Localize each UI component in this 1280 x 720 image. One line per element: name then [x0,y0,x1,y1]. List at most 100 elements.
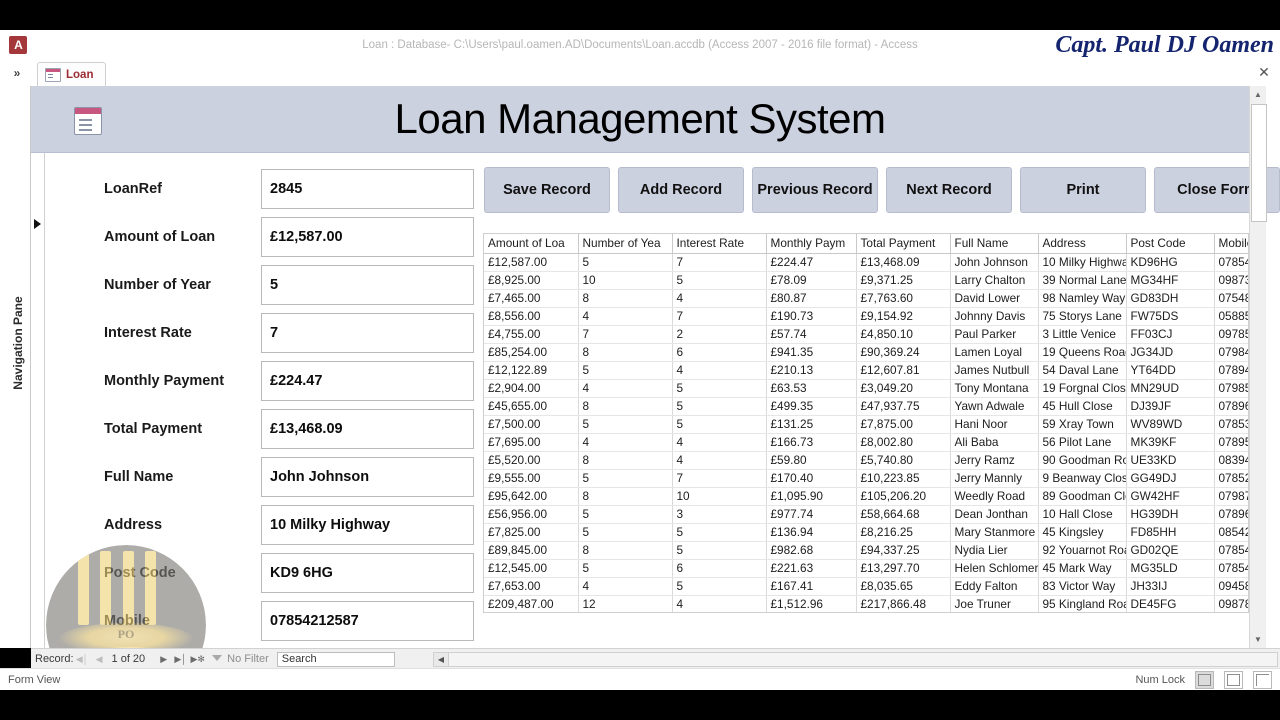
table-cell[interactable]: 4 [578,307,673,326]
vertical-scrollbar-thumb[interactable] [1251,104,1267,222]
table-cell[interactable]: £1,095.90 [766,487,857,506]
field-input-address[interactable]: 10 Milky Highway [261,505,474,545]
table-cell[interactable]: 4 [672,433,767,452]
table-cell[interactable]: GD02QE [1126,541,1215,560]
table-cell[interactable]: £7,465.00 [484,289,579,308]
table-cell[interactable]: 07852245656 [1214,469,1248,488]
table-cell[interactable]: £13,468.09 [856,253,951,272]
table-cell[interactable]: 90 Goodman Road [1038,451,1127,470]
table-cell[interactable]: 08394539240 [1214,451,1248,470]
table-cell[interactable]: Johnny Davis [950,307,1039,326]
table-cell[interactable]: £9,154.92 [856,307,951,326]
table-cell[interactable]: HG39DH [1126,505,1215,524]
table-row[interactable]: £4,755.00 7 2 £57.74 £4,850.10 Paul Parker 3 L… [484,325,1248,344]
table-cell[interactable]: £8,216.25 [856,523,951,542]
table-cell[interactable]: GW42HF [1126,487,1215,506]
datasheet-column-header[interactable]: Post Code [1126,234,1215,254]
field-input-interest-rate[interactable]: 7 [261,313,474,353]
previous-record-button[interactable]: Previous Record [752,167,878,213]
record-selector-bar[interactable] [31,153,45,648]
field-input-amount-of-loan[interactable]: £12,587.00 [261,217,474,257]
save-record-button[interactable]: Save Record [484,167,610,213]
table-row[interactable]: £7,653.00 4 5 £167.41 £8,035.65 Eddy Falton 83… [484,577,1248,596]
table-cell[interactable]: John Johnson [950,253,1039,272]
table-cell[interactable]: £166.73 [766,433,857,452]
table-cell[interactable]: Hani Noor [950,415,1039,434]
table-cell[interactable]: 5 [672,577,767,596]
table-cell[interactable]: 5 [672,397,767,416]
table-row[interactable]: £7,695.00 4 4 £166.73 £8,002.80 Ali Baba 56 Pi… [484,433,1248,452]
table-cell[interactable]: 07896545852 [1214,397,1248,416]
table-cell[interactable]: £131.25 [766,415,857,434]
table-cell[interactable]: Dean Jonthan [950,505,1039,524]
table-cell[interactable]: 56 Pilot Lane [1038,433,1127,452]
table-cell[interactable]: 10 [578,271,673,290]
table-cell[interactable]: £499.35 [766,397,857,416]
table-cell[interactable]: £170.40 [766,469,857,488]
table-cell[interactable]: 12 [578,595,673,612]
table-cell[interactable]: FF03CJ [1126,325,1215,344]
table-cell[interactable]: 07853459953 [1214,415,1248,434]
table-cell[interactable]: £47,937.75 [856,397,951,416]
table-row[interactable]: £89,845.00 8 5 £982.68 £94,337.25 Nydia Lier 9… [484,541,1248,560]
table-cell[interactable]: £982.68 [766,541,857,560]
table-cell[interactable]: 5 [672,541,767,560]
table-cell[interactable]: Nydia Lier [950,541,1039,560]
table-cell[interactable]: £7,875.00 [856,415,951,434]
table-cell[interactable]: £78.09 [766,271,857,290]
next-record-nav-button[interactable]: ▶ [155,650,172,668]
table-cell[interactable]: £94,337.25 [856,541,951,560]
table-cell[interactable]: FW75DS [1126,307,1215,326]
table-cell[interactable]: 07854968574 [1214,541,1248,560]
table-cell[interactable]: 09873909783 [1214,271,1248,290]
table-cell[interactable]: 5 [578,559,673,578]
table-cell[interactable]: 19 Forgnal Close [1038,379,1127,398]
add-record-button[interactable]: Add Record [618,167,744,213]
table-row[interactable]: £85,254.00 8 6 £941.35 £90,369.24 Lamen Loyal… [484,343,1248,362]
table-cell[interactable]: 5 [672,523,767,542]
table-cell[interactable]: 08542136987 [1214,523,1248,542]
table-cell[interactable]: £63.53 [766,379,857,398]
table-cell[interactable]: 5 [578,415,673,434]
scroll-down-icon[interactable]: ▼ [1250,631,1266,648]
scroll-left-icon[interactable]: ◀ [434,652,449,666]
table-cell[interactable]: 19 Queens Road [1038,343,1127,362]
table-row[interactable]: £45,655.00 8 5 £499.35 £47,937.75 Yawn Adwale… [484,397,1248,416]
table-cell[interactable]: £9,371.25 [856,271,951,290]
datasheet-column-header[interactable]: Number of Yea [578,234,673,254]
table-cell[interactable]: 4 [672,595,767,612]
table-cell[interactable]: 09458589493 [1214,577,1248,596]
table-cell[interactable]: YT64DD [1126,361,1215,380]
table-cell[interactable]: JH33IJ [1126,577,1215,596]
table-cell[interactable]: 45 Kingsley [1038,523,1127,542]
table-cell[interactable]: £80.87 [766,289,857,308]
table-cell[interactable]: DE45FG [1126,595,1215,612]
datasheet-column-header[interactable]: Total Payment [856,234,951,254]
table-cell[interactable]: 10 Hall Close [1038,505,1127,524]
table-cell[interactable]: 5 [672,415,767,434]
table-cell[interactable]: Paul Parker [950,325,1039,344]
table-cell[interactable]: 7 [578,325,673,344]
table-cell[interactable]: 3 Little Venice [1038,325,1127,344]
table-cell[interactable]: 95 Kingland Road [1038,595,1127,612]
table-cell[interactable]: £167.41 [766,577,857,596]
table-cell[interactable]: 07895673459 [1214,433,1248,452]
table-cell[interactable]: 2 [672,325,767,344]
table-cell[interactable]: £12,587.00 [484,253,579,272]
table-cell[interactable]: 8 [578,451,673,470]
table-row[interactable]: £8,556.00 4 7 £190.73 £9,154.92 Johnny Davis 7… [484,307,1248,326]
table-cell[interactable]: £209,487.00 [484,595,579,612]
table-cell[interactable]: 75 Storys Lane [1038,307,1127,326]
table-row[interactable]: £12,122.89 5 4 £210.13 £12,607.81 James Nutbu… [484,361,1248,380]
table-cell[interactable]: £56,956.00 [484,505,579,524]
table-cell[interactable]: £85,254.00 [484,343,579,362]
field-input-monthly-payment[interactable]: £224.47 [261,361,474,401]
table-cell[interactable]: £8,035.65 [856,577,951,596]
table-cell[interactable]: £977.74 [766,505,857,524]
table-cell[interactable]: £7,695.00 [484,433,579,452]
table-cell[interactable]: 4 [672,289,767,308]
table-cell[interactable]: 6 [672,559,767,578]
table-cell[interactable]: Jerry Ramz [950,451,1039,470]
table-cell[interactable]: Eddy Falton [950,577,1039,596]
field-input-total-payment[interactable]: £13,468.09 [261,409,474,449]
